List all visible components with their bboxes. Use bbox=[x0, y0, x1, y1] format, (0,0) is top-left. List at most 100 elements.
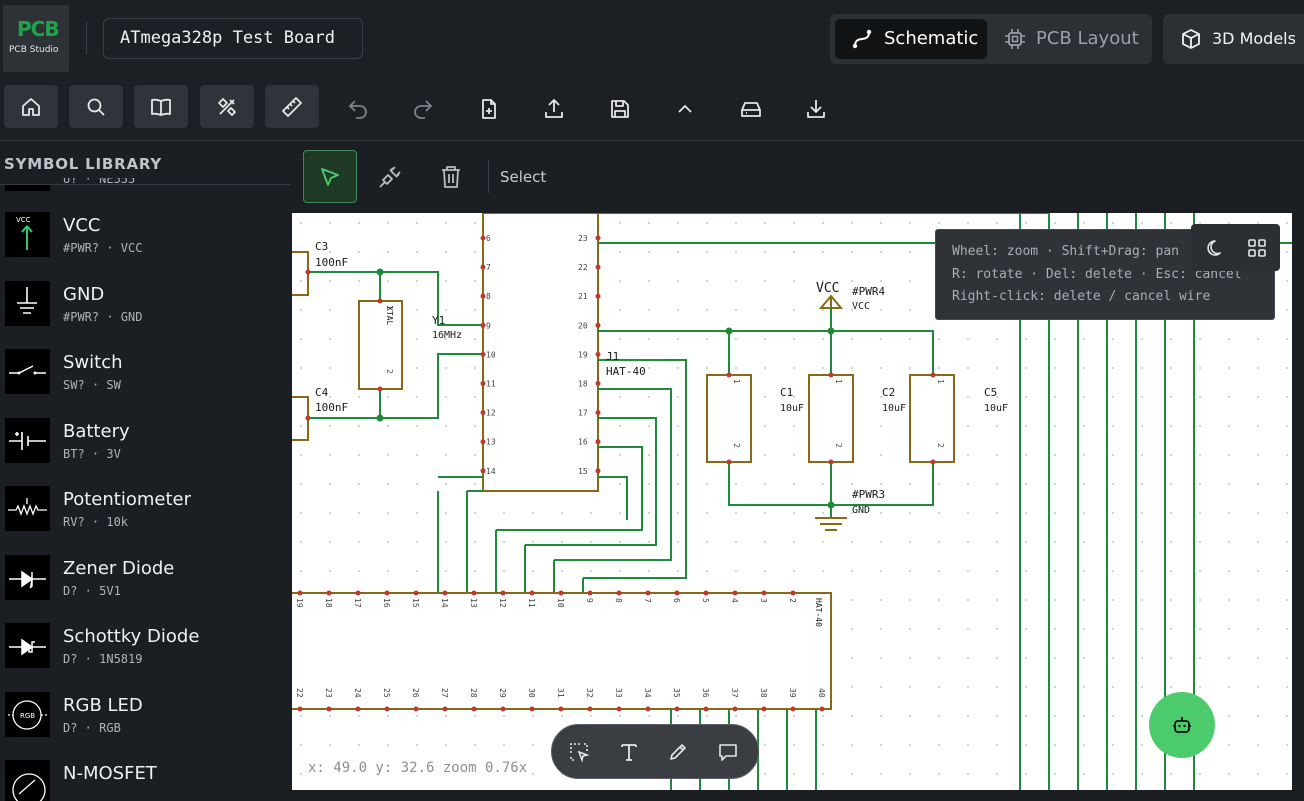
pencil-icon[interactable] bbox=[667, 741, 689, 763]
hat-pin-number: 9 bbox=[585, 598, 594, 603]
j1-pin-dot bbox=[480, 468, 486, 474]
hat-pin-number: 26 bbox=[411, 688, 420, 698]
hat-pin-dot bbox=[761, 590, 767, 596]
select-tool-button[interactable] bbox=[303, 150, 357, 203]
drawing-tools-pill bbox=[551, 724, 759, 779]
library-item-schottky-diode[interactable]: Schottky Diode D? · 1N5819 bbox=[0, 617, 291, 685]
app-logo[interactable]: PCB PCB Studio bbox=[3, 5, 69, 72]
rgb-led-icon: RGB bbox=[5, 692, 50, 737]
download-icon[interactable] bbox=[804, 97, 828, 121]
search-button[interactable] bbox=[69, 85, 123, 128]
library-item-rgb-led[interactable]: RGB RGB LED D? · RGB bbox=[0, 686, 291, 754]
library-item-potentiometer[interactable]: Potentiometer RV? · 10k bbox=[0, 480, 291, 548]
library-item-battery[interactable]: Battery BT? · 3V bbox=[0, 412, 291, 480]
comment-icon[interactable] bbox=[717, 741, 739, 763]
hat-pin-number: 5 bbox=[701, 598, 710, 603]
moon-icon[interactable] bbox=[1205, 237, 1227, 259]
item-name: GND bbox=[63, 284, 105, 305]
trash-icon[interactable] bbox=[438, 164, 464, 190]
tools-icon bbox=[218, 98, 236, 116]
logo-text: PCB Studio bbox=[9, 45, 59, 55]
tools-button[interactable] bbox=[200, 85, 254, 128]
library-item-gnd[interactable]: GND #PWR? · GND bbox=[0, 275, 291, 343]
tab-schematic[interactable]: Schematic bbox=[835, 19, 987, 59]
j1-pin-number: 17 bbox=[578, 409, 588, 418]
redo-icon[interactable] bbox=[411, 97, 435, 121]
drive-icon[interactable] bbox=[739, 97, 763, 121]
j1-pin-number: 23 bbox=[578, 234, 588, 243]
lasso-select-icon[interactable] bbox=[568, 741, 590, 763]
svg-text:1: 1 bbox=[936, 379, 945, 384]
j1-pin-dot bbox=[595, 264, 601, 270]
upload-icon[interactable] bbox=[542, 97, 566, 121]
hat-pin-number: 27 bbox=[440, 688, 449, 698]
j1-pin-dot bbox=[595, 381, 601, 386]
home-button[interactable] bbox=[4, 85, 58, 128]
new-file-icon[interactable] bbox=[477, 97, 501, 121]
hat-pin-dot bbox=[529, 706, 535, 712]
hat-pin-number: 19 bbox=[295, 598, 304, 608]
j1-pin-number: 18 bbox=[578, 380, 588, 389]
hat-pin-number: 16 bbox=[382, 598, 391, 608]
svg-text:2: 2 bbox=[834, 443, 843, 448]
hat-pin-dot bbox=[587, 706, 593, 712]
svg-text:2: 2 bbox=[936, 443, 945, 448]
label-vcc: VCC bbox=[816, 281, 839, 296]
j1-pin-number: 15 bbox=[578, 467, 588, 476]
tab-pcb-layout[interactable]: PCB Layout bbox=[1000, 19, 1150, 59]
assistant-button[interactable] bbox=[1149, 692, 1215, 758]
j1-pin-number: 13 bbox=[486, 438, 496, 447]
label-c1-value: 10uF bbox=[780, 403, 804, 414]
j1-pin-number: 7 bbox=[486, 263, 491, 272]
hat-pin-dot bbox=[442, 590, 448, 596]
project-name-field[interactable]: ATmega328p Test Board bbox=[103, 18, 363, 59]
svg-text:1: 1 bbox=[834, 379, 843, 384]
svg-text:1: 1 bbox=[732, 379, 741, 384]
save-icon[interactable] bbox=[608, 97, 632, 121]
hat-pin-number: 7 bbox=[643, 598, 652, 603]
label-pwr3: #PWR3 bbox=[852, 488, 885, 501]
undo-icon[interactable] bbox=[346, 97, 370, 121]
measure-button[interactable] bbox=[265, 85, 319, 128]
hat-pin-dot bbox=[413, 590, 419, 596]
partial-item-sub: U? · NE555 bbox=[63, 178, 136, 186]
hat-pin-dot bbox=[703, 706, 709, 712]
label-hat40: HAT-40 bbox=[814, 598, 823, 627]
hat-pin-dot bbox=[471, 706, 477, 712]
item-ref: D? · 5V1 bbox=[63, 584, 121, 598]
library-button[interactable] bbox=[134, 85, 188, 128]
chevron-up-icon[interactable] bbox=[673, 97, 697, 121]
label-c5: C5 bbox=[984, 386, 997, 399]
hat-pin-dot bbox=[297, 706, 303, 712]
hat-pin-dot bbox=[471, 590, 477, 596]
hat-pin-number: 3 bbox=[759, 598, 768, 603]
wire-plug-icon[interactable] bbox=[377, 164, 403, 190]
bot-icon bbox=[1173, 717, 1191, 733]
text-tool-icon[interactable] bbox=[618, 741, 640, 763]
j1-pin-dot bbox=[595, 235, 601, 241]
chip-icon bbox=[1005, 29, 1025, 49]
j1-pin-dot bbox=[595, 322, 601, 328]
j1-pin-dot bbox=[480, 293, 486, 299]
label-j1-value: HAT-40 bbox=[606, 365, 646, 378]
ruler-icon bbox=[282, 97, 302, 117]
symbol-library-title: SYMBOL LIBRARY bbox=[4, 155, 163, 173]
item-name: Schottky Diode bbox=[63, 626, 200, 647]
tab-schematic-label: Schematic bbox=[884, 28, 979, 49]
hat-pin-number: 23 bbox=[324, 688, 333, 698]
hat-pin-dot bbox=[819, 706, 825, 712]
label-j1: J1 bbox=[606, 350, 619, 363]
tab-3d-models[interactable]: 3D Models bbox=[1163, 14, 1304, 64]
hat-pin-number: 6 bbox=[672, 598, 681, 603]
item-name: N-MOSFET bbox=[63, 763, 157, 784]
library-item-n-mosfet[interactable]: N-MOSFET bbox=[0, 754, 291, 801]
grid-icon[interactable] bbox=[1246, 237, 1268, 259]
tab-pcb-label: PCB Layout bbox=[1036, 28, 1139, 49]
hat-pin-number: 29 bbox=[498, 688, 507, 698]
j1-pin-dot bbox=[480, 235, 486, 241]
j1-pin-number: 12 bbox=[486, 409, 496, 418]
library-item-switch[interactable]: Switch SW? · SW bbox=[0, 343, 291, 411]
label-xtal: XTAL bbox=[385, 306, 394, 325]
library-item-zener-diode[interactable]: Zener Diode D? · 5V1 bbox=[0, 549, 291, 617]
library-item-vcc[interactable]: VCC VCC #PWR? · VCC bbox=[0, 206, 291, 274]
